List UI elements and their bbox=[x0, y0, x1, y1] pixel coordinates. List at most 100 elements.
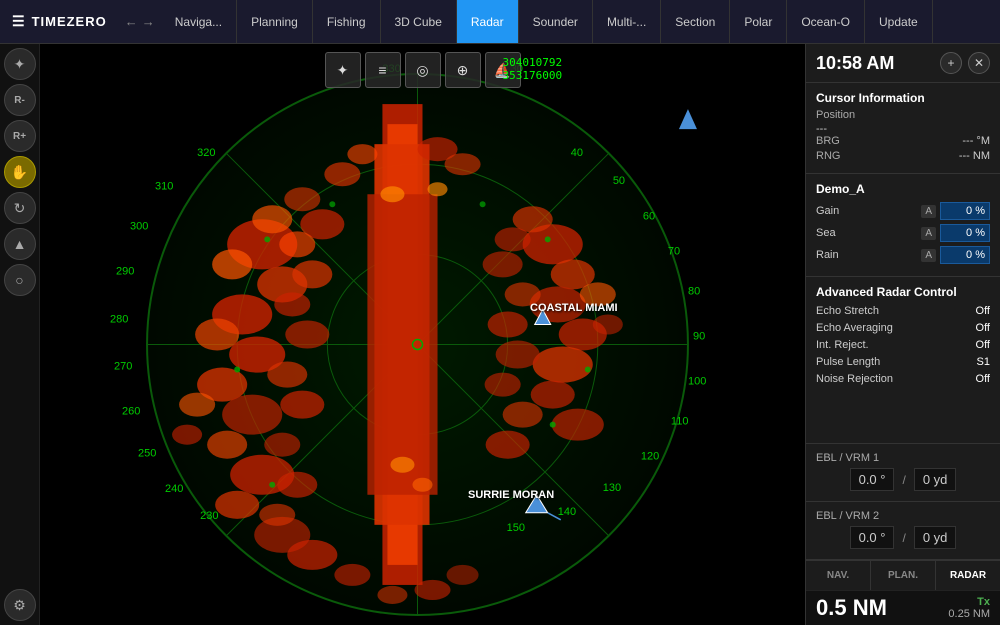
int-reject-label: Int. Reject. bbox=[816, 339, 869, 351]
ebl-vrm1-dist: 0 yd bbox=[914, 468, 957, 491]
bottom-nav: NAV. PLAN. RADAR bbox=[806, 560, 1000, 590]
svg-text:70: 70 bbox=[668, 245, 680, 257]
ebl-vrm2-dist: 0 yd bbox=[914, 526, 957, 549]
svg-text:270: 270 bbox=[114, 361, 132, 373]
nav-tabs: Naviga...PlanningFishing3D CubeRadarSoun… bbox=[161, 0, 1000, 43]
rain-input[interactable] bbox=[940, 246, 990, 264]
radar-toolbar: ✦ ≡ ◎ ⊕ ⛵ bbox=[325, 52, 521, 88]
noise-rejection-row[interactable]: Noise Rejection Off bbox=[816, 373, 990, 385]
coastal-miami-label: COASTAL MIAMI bbox=[530, 302, 618, 314]
pulse-length-label: Pulse Length bbox=[816, 356, 880, 368]
nav-tab-planning[interactable]: Planning bbox=[237, 0, 313, 43]
zoom-in-btn[interactable]: R+ bbox=[4, 120, 36, 152]
svg-text:140: 140 bbox=[558, 506, 576, 518]
svg-text:260: 260 bbox=[122, 406, 140, 418]
echo-averaging-label: Echo Averaging bbox=[816, 322, 893, 334]
int-reject-row[interactable]: Int. Reject. Off bbox=[816, 339, 990, 351]
sea-label: Sea bbox=[816, 227, 917, 239]
move-btn[interactable]: ⊕ bbox=[445, 52, 481, 88]
ebl-vrm2-section: EBL / VRM 2 0.0 ° / 0 yd bbox=[806, 502, 1000, 560]
scale-bar: 0.5 NM Tx 0.25 NM bbox=[806, 590, 1000, 625]
radar-btn[interactable]: RADAR bbox=[936, 561, 1000, 590]
svg-text:100: 100 bbox=[688, 376, 706, 388]
nav-tab-fishing[interactable]: Fishing bbox=[313, 0, 381, 43]
rng-label: RNG bbox=[816, 150, 840, 162]
gain-label: Gain bbox=[816, 205, 917, 217]
advanced-radar-section: Advanced Radar Control Echo Stretch Off … bbox=[806, 277, 1000, 444]
svg-text:110: 110 bbox=[671, 416, 689, 428]
svg-text:240: 240 bbox=[165, 483, 183, 495]
radar-display: 330 320 310 300 290 280 270 260 250 240 … bbox=[40, 44, 805, 625]
ebl-vrm1-sep: / bbox=[902, 473, 905, 487]
close-time-btn[interactable]: ✕ bbox=[968, 52, 990, 74]
nav-tab-radar[interactable]: Radar bbox=[457, 0, 519, 43]
nav-tab-section[interactable]: Section bbox=[661, 0, 730, 43]
echo-stretch-value: Off bbox=[976, 305, 990, 317]
compass-tool-btn[interactable]: ✦ bbox=[4, 48, 36, 80]
coord-lat: 304010792 bbox=[503, 56, 563, 69]
svg-text:310: 310 bbox=[155, 180, 173, 192]
zoom-out-btn[interactable]: R- bbox=[4, 84, 36, 116]
layers-btn[interactable]: ≡ bbox=[365, 52, 401, 88]
svg-text:80: 80 bbox=[688, 285, 700, 297]
radar-area[interactable]: ✦ ≡ ◎ ⊕ ⛵ 304010792 353176000 bbox=[40, 44, 805, 625]
tx-info: Tx 0.25 NM bbox=[948, 596, 990, 620]
svg-text:120: 120 bbox=[641, 451, 659, 463]
nav-tab-update[interactable]: Update bbox=[865, 0, 933, 43]
svg-text:60: 60 bbox=[643, 210, 655, 222]
logo-text: TIMEZERO bbox=[32, 14, 107, 29]
rain-label: Rain bbox=[816, 249, 917, 261]
plan-btn[interactable]: PLAN. bbox=[871, 561, 936, 590]
echo-stretch-row[interactable]: Echo Stretch Off bbox=[816, 305, 990, 317]
ebl-vrm2-angle: 0.0 ° bbox=[850, 526, 895, 549]
rotate-btn[interactable]: ↻ bbox=[4, 192, 36, 224]
nav-tab-multi----[interactable]: Multi-... bbox=[593, 0, 661, 43]
back-button[interactable]: ← bbox=[125, 14, 138, 29]
demo-section: Demo_A Gain A Sea A Rain A bbox=[806, 174, 1000, 277]
surrie-moran-label: SURRIE MORAN bbox=[468, 489, 554, 501]
sea-input[interactable] bbox=[940, 224, 990, 242]
svg-text:40: 40 bbox=[571, 147, 583, 159]
circle-btn[interactable]: ○ bbox=[4, 264, 36, 296]
ebl-vrm1-angle: 0.0 ° bbox=[850, 468, 895, 491]
echo-averaging-value: Off bbox=[976, 322, 990, 334]
nav-tab-ocean-o[interactable]: Ocean-O bbox=[787, 0, 865, 43]
sea-badge: A bbox=[921, 227, 936, 240]
hamburger-icon[interactable]: ☰ bbox=[12, 13, 26, 30]
pulse-length-row[interactable]: Pulse Length S1 bbox=[816, 356, 990, 368]
nav-tab-sounder[interactable]: Sounder bbox=[519, 0, 593, 43]
brg-value: --- °M bbox=[962, 135, 990, 147]
triangle-btn[interactable]: ▲ bbox=[4, 228, 36, 260]
svg-text:150: 150 bbox=[507, 522, 525, 534]
tx-range: 0.25 NM bbox=[948, 608, 990, 620]
noise-rejection-value: Off bbox=[976, 373, 990, 385]
advanced-title: Advanced Radar Control bbox=[816, 285, 990, 299]
noise-rejection-label: Noise Rejection bbox=[816, 373, 893, 385]
nav-tab-naviga---[interactable]: Naviga... bbox=[161, 0, 237, 43]
rain-badge: A bbox=[921, 249, 936, 262]
gear-btn[interactable]: ⚙ bbox=[4, 589, 36, 621]
coords-display: 304010792 353176000 bbox=[503, 56, 563, 82]
echo-averaging-row[interactable]: Echo Averaging Off bbox=[816, 322, 990, 334]
nav-btn[interactable]: NAV. bbox=[806, 561, 871, 590]
echo-stretch-label: Echo Stretch bbox=[816, 305, 879, 317]
compass-radar-btn[interactable]: ✦ bbox=[325, 52, 361, 88]
rng-value: --- NM bbox=[959, 150, 990, 162]
svg-text:280: 280 bbox=[110, 313, 128, 325]
svg-text:290: 290 bbox=[116, 265, 134, 277]
position-value: --- bbox=[816, 123, 990, 135]
svg-text:300: 300 bbox=[130, 220, 148, 232]
coord-lon: 353176000 bbox=[503, 69, 563, 82]
scale-value: 0.5 NM bbox=[816, 595, 887, 621]
forward-button[interactable]: → bbox=[142, 14, 155, 29]
nav-tab-3d-cube[interactable]: 3D Cube bbox=[381, 0, 457, 43]
position-label: Position bbox=[816, 109, 990, 121]
app-logo: ☰ TIMEZERO bbox=[0, 13, 119, 30]
gain-input[interactable] bbox=[940, 202, 990, 220]
demo-title: Demo_A bbox=[816, 182, 990, 196]
nav-tab-polar[interactable]: Polar bbox=[730, 0, 787, 43]
hand-tool-btn[interactable]: ✋ bbox=[4, 156, 36, 188]
add-time-btn[interactable]: + bbox=[940, 52, 962, 74]
pulse-length-value: S1 bbox=[977, 356, 990, 368]
target-btn[interactable]: ◎ bbox=[405, 52, 441, 88]
